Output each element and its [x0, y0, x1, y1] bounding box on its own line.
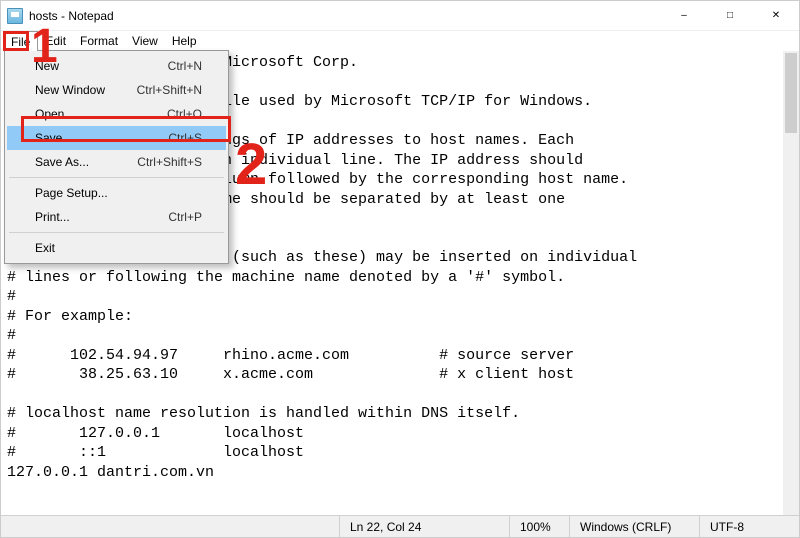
menu-item-print[interactable]: Print... Ctrl+P	[7, 205, 226, 229]
menu-label: Exit	[35, 241, 55, 255]
minimize-button[interactable]: –	[661, 1, 707, 30]
menu-item-save-as[interactable]: Save As... Ctrl+Shift+S	[7, 150, 226, 174]
menu-item-page-setup[interactable]: Page Setup...	[7, 181, 226, 205]
menu-label: Open...	[35, 107, 74, 121]
menu-label: Save As...	[35, 155, 89, 169]
menu-shortcut: Ctrl+S	[168, 131, 202, 145]
status-spacer	[1, 516, 339, 537]
file-dropdown: New Ctrl+N New Window Ctrl+Shift+N Open.…	[4, 50, 229, 264]
menu-shortcut: Ctrl+N	[168, 59, 202, 73]
menu-help[interactable]: Help	[165, 31, 204, 51]
vertical-scrollbar[interactable]	[783, 51, 799, 515]
status-encoding: UTF-8	[699, 516, 799, 537]
menu-shortcut: Ctrl+O	[167, 107, 202, 121]
scroll-thumb[interactable]	[785, 53, 797, 133]
menu-separator	[9, 232, 224, 233]
menu-item-open[interactable]: Open... Ctrl+O	[7, 102, 226, 126]
menu-file[interactable]: File	[3, 31, 38, 51]
menu-item-save[interactable]: Save Ctrl+S	[7, 126, 226, 150]
notepad-icon	[7, 8, 23, 24]
menu-label: New	[35, 59, 59, 73]
menu-edit[interactable]: Edit	[38, 31, 73, 51]
close-button[interactable]: ✕	[753, 1, 799, 30]
menu-shortcut: Ctrl+Shift+S	[137, 155, 202, 169]
menu-label: Print...	[35, 210, 70, 224]
menu-item-exit[interactable]: Exit	[7, 236, 226, 260]
maximize-button[interactable]: □	[707, 1, 753, 30]
menu-label: New Window	[35, 83, 105, 97]
menu-item-new-window[interactable]: New Window Ctrl+Shift+N	[7, 78, 226, 102]
window-controls: – □ ✕	[661, 1, 799, 30]
window-title: hosts - Notepad	[29, 9, 661, 23]
menu-label: Save	[35, 131, 62, 145]
menu-separator	[9, 177, 224, 178]
statusbar: Ln 22, Col 24 100% Windows (CRLF) UTF-8	[1, 515, 799, 537]
status-line-ending: Windows (CRLF)	[569, 516, 699, 537]
menu-shortcut: Ctrl+P	[168, 210, 202, 224]
menubar: File Edit Format View Help	[1, 31, 799, 51]
menu-shortcut: Ctrl+Shift+N	[137, 83, 202, 97]
titlebar: hosts - Notepad – □ ✕	[1, 1, 799, 31]
menu-item-new[interactable]: New Ctrl+N	[7, 54, 226, 78]
status-position: Ln 22, Col 24	[339, 516, 509, 537]
status-zoom: 100%	[509, 516, 569, 537]
menu-format[interactable]: Format	[73, 31, 125, 51]
menu-view[interactable]: View	[125, 31, 165, 51]
menu-label: Page Setup...	[35, 186, 108, 200]
